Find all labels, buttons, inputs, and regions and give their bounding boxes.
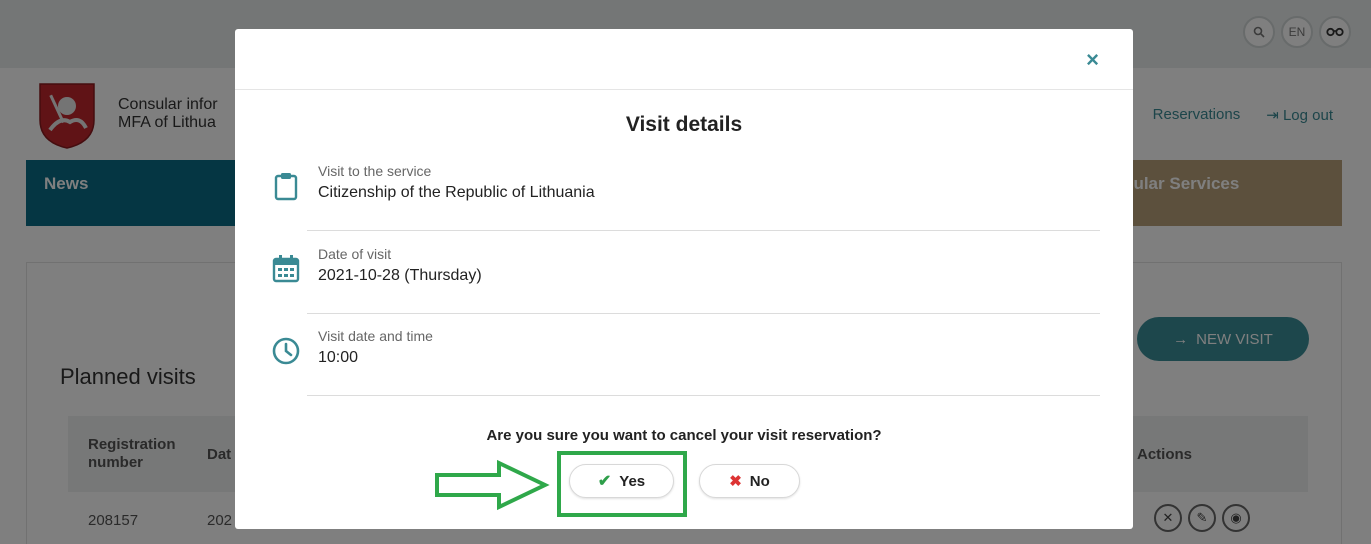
clock-icon (272, 337, 300, 365)
modal-header: × (235, 29, 1133, 90)
detail-row-service: Visit to the service Citizenship of the … (274, 149, 1100, 231)
highlight-box (557, 451, 687, 517)
calendar-icon (272, 255, 300, 283)
no-button[interactable]: ✖ No (699, 464, 800, 498)
detail-label: Visit date and time (318, 328, 433, 344)
pointer-arrow-icon (435, 459, 550, 511)
confirmation-question: Are you sure you want to cancel your vis… (486, 427, 882, 444)
detail-row-time: Visit date and time 10:00 (272, 314, 1100, 396)
modal-title: Visit details (625, 113, 743, 136)
detail-label: Date of visit (318, 246, 392, 262)
cross-icon: ✖ (729, 473, 742, 490)
close-icon[interactable]: × (1086, 47, 1099, 73)
detail-row-date: Date of visit 2021-10-28 (Thursday) (272, 232, 1100, 314)
clipboard-icon (274, 173, 298, 201)
detail-value: 2021-10-28 (Thursday) (318, 267, 482, 284)
detail-value: 10:00 (318, 349, 359, 366)
no-label: No (749, 472, 770, 490)
detail-value: Citizenship of the Republic of Lithuania (318, 184, 595, 201)
detail-label: Visit to the service (318, 163, 432, 179)
